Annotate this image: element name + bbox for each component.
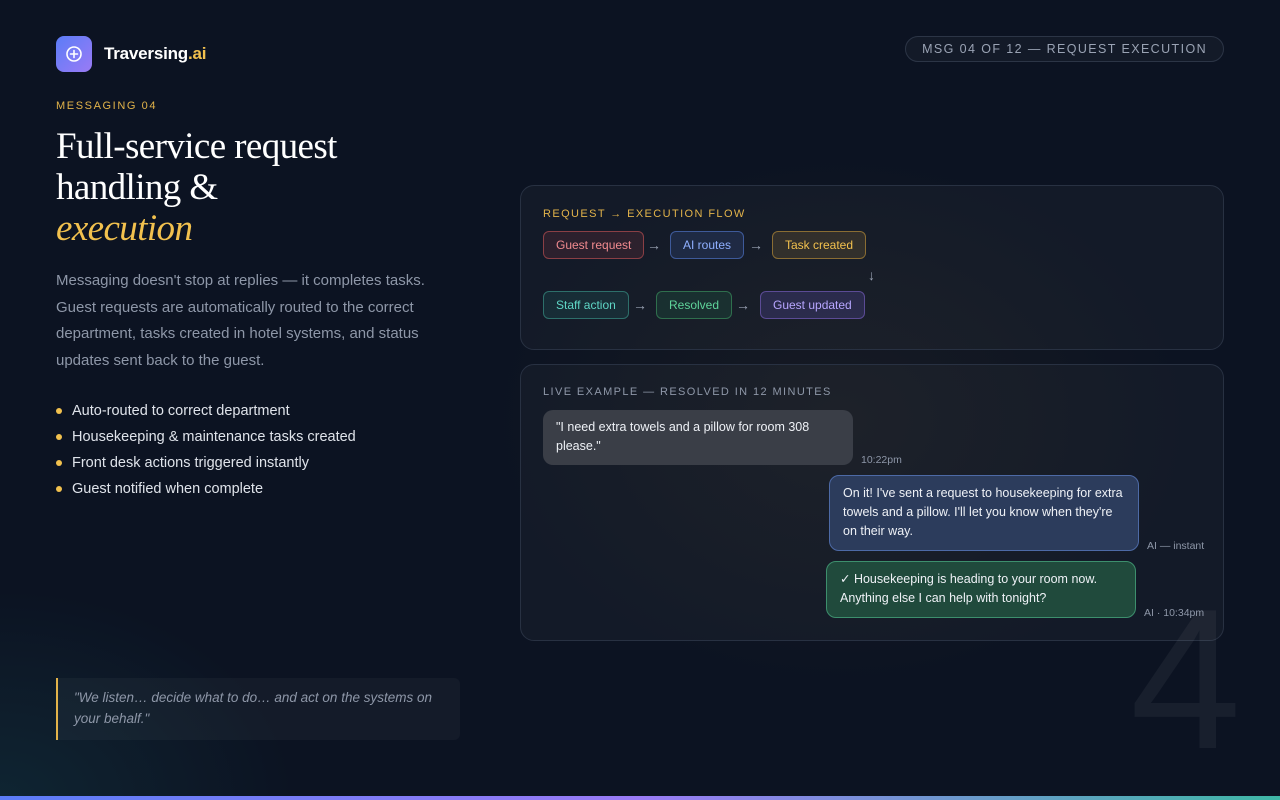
live-example-title: LIVE EXAMPLE — RESOLVED IN 12 MINUTES [543, 386, 832, 398]
bullet-dot-icon [56, 486, 62, 492]
headline-line-2: handling & [56, 167, 218, 208]
lead-paragraph: Messaging doesn't stop at replies — it c… [56, 272, 425, 369]
message-timestamp: 10:22pm [861, 454, 902, 466]
bullet-dot-icon [56, 460, 62, 466]
feature-list: Auto-routed to correct department Housek… [56, 398, 356, 502]
pull-quote: "We listen… decide what to do… and act o… [56, 678, 460, 740]
guest-message-bubble: "I need extra towels and a pillow for ro… [543, 410, 853, 465]
arrow-right-icon: → [647, 237, 661, 253]
flow-step-guest-request: Guest request [543, 231, 645, 259]
flow-step-ai-routes: AI routes [670, 231, 745, 259]
ai-confirmation-bubble: ✓ Housekeeping is heading to your room n… [826, 561, 1136, 618]
flow-card-title: REQUEST → EXECUTION FLOW [543, 208, 746, 220]
list-item: Auto-routed to correct department [56, 398, 356, 424]
bullet-dot-icon [56, 408, 62, 414]
list-item: Guest notified when complete [56, 476, 356, 502]
list-item-label: Guest notified when complete [72, 481, 264, 497]
flow-step-guest-updated: Guest updated [760, 291, 865, 319]
arrow-right-icon: → [633, 297, 647, 313]
arrow-down-icon: ↓ [868, 267, 875, 283]
page-title: Full-service request handling & executio… [56, 126, 476, 249]
list-item-label: Front desk actions triggered instantly [72, 455, 309, 471]
live-example-card: LIVE EXAMPLE — RESOLVED IN 12 MINUTES "I… [520, 364, 1224, 641]
flow-step-resolved: Resolved [656, 291, 733, 319]
brand-name: Traversing.ai [104, 44, 207, 63]
list-item-label: Auto-routed to correct department [72, 403, 290, 419]
message-timestamp: AI — instant [1147, 540, 1205, 552]
flow-card: REQUEST → EXECUTION FLOW Guest request →… [520, 185, 1224, 350]
list-item-label: Housekeeping & maintenance tasks created [72, 429, 356, 445]
list-item: Front desk actions triggered instantly [56, 450, 356, 476]
list-item: Housekeeping & maintenance tasks created [56, 424, 356, 450]
section-eyebrow: MESSAGING 04 [56, 100, 158, 112]
arrow-right-icon: → [736, 297, 750, 313]
headline-emphasis: execution [56, 208, 193, 249]
progress-pill: MSG 04 OF 12 — REQUEST EXECUTION [905, 36, 1224, 62]
flow-step-staff-action: Staff action [543, 291, 629, 319]
plus-circle-icon [56, 36, 92, 72]
brand-logo: Traversing.ai [56, 36, 207, 72]
flow-step-task-created: Task created [772, 231, 867, 259]
bottom-gradient-bar [0, 796, 1280, 800]
slide-number-watermark: 4 [1130, 568, 1242, 791]
bullet-dot-icon [56, 434, 62, 440]
arrow-right-icon: → [749, 237, 763, 253]
headline-line-1: Full-service request [56, 126, 337, 167]
ai-message-bubble: On it! I've sent a request to housekeepi… [829, 475, 1139, 551]
